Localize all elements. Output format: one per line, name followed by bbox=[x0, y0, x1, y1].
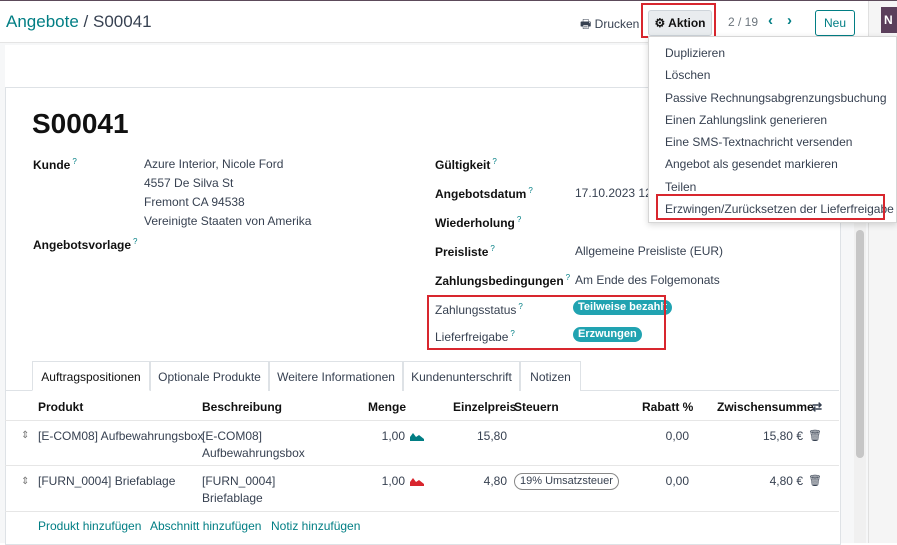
print-button[interactable]: 🖶 Drucken bbox=[580, 15, 639, 36]
help-icon[interactable]: ? bbox=[566, 273, 570, 282]
help-icon[interactable]: ? bbox=[492, 157, 496, 166]
template-label: Angebotsvorlage? bbox=[33, 237, 137, 252]
payment-terms-label: Zahlungsbedingungen? bbox=[435, 273, 570, 288]
row1-subtotal: 15,80 € bbox=[762, 429, 803, 443]
row2-description-line1: [FURN_0004] bbox=[202, 474, 276, 488]
row2-discount[interactable]: 0,00 bbox=[620, 473, 689, 490]
column-header-quantity[interactable]: Menge bbox=[368, 400, 406, 414]
payment-terms-label-text: Zahlungsbedingungen bbox=[435, 274, 564, 288]
template-label-text: Angebotsvorlage bbox=[33, 238, 132, 252]
help-icon[interactable]: ? bbox=[517, 215, 521, 224]
tab-other-info[interactable]: Weitere Informationen bbox=[269, 361, 403, 391]
forecast-chart-icon[interactable] bbox=[410, 476, 424, 486]
row1-description-line1: [E-COM08] bbox=[202, 429, 263, 443]
pricelist-field[interactable]: Allgemeine Preisliste (EUR) bbox=[575, 242, 723, 261]
add-product-link[interactable]: Produkt hinzufügen bbox=[38, 519, 141, 533]
print-label: Drucken bbox=[594, 17, 640, 31]
recurrence-label: Wiederholung? bbox=[435, 215, 521, 230]
pager-value[interactable]: 2 / 19 bbox=[728, 15, 758, 29]
column-header-product[interactable]: Produkt bbox=[38, 400, 83, 414]
column-header-discount[interactable]: Rabatt % bbox=[642, 400, 693, 414]
help-icon[interactable]: ? bbox=[490, 244, 494, 253]
row2-subtotal: 4,80 € bbox=[769, 474, 803, 488]
order-title: S00041 bbox=[32, 108, 129, 139]
customer-country: Vereinigte Staaten von Amerika bbox=[144, 214, 312, 228]
tab-notes[interactable]: Notizen bbox=[520, 361, 581, 391]
row2-product[interactable]: [FURN_0004] Briefablage bbox=[38, 473, 175, 490]
tab-customer-signature[interactable]: Kundenunterschrift bbox=[403, 361, 520, 391]
app-avatar[interactable]: N bbox=[881, 7, 897, 33]
row1-discount[interactable]: 0,00 bbox=[620, 428, 689, 445]
forecast-chart-icon[interactable] bbox=[410, 431, 424, 441]
drag-handle-icon[interactable]: ⇕ bbox=[21, 476, 29, 487]
scrollbar-thumb[interactable] bbox=[856, 230, 864, 458]
menu-item-highlight bbox=[656, 194, 885, 220]
breadcrumb-root-link[interactable]: Angebote bbox=[6, 12, 79, 31]
trash-icon[interactable]: 🗑 bbox=[808, 429, 822, 442]
row1-quantity[interactable]: 1,00 bbox=[350, 428, 405, 445]
add-note-link[interactable]: Notiz hinzufügen bbox=[271, 519, 360, 533]
pricelist-label: Preisliste? bbox=[435, 244, 495, 259]
pricelist-label-text: Preisliste bbox=[435, 245, 489, 259]
recurrence-label-text: Wiederholung bbox=[435, 216, 515, 230]
help-icon[interactable]: ? bbox=[72, 157, 76, 166]
date-label: Angebotsdatum? bbox=[435, 186, 533, 201]
validity-label-text: Gültigkeit bbox=[435, 158, 491, 172]
breadcrumb-separator: / bbox=[83, 12, 89, 31]
menu-item-payment-link[interactable]: Einen Zahlungslink generieren bbox=[665, 113, 827, 127]
action-button-highlight bbox=[641, 3, 716, 38]
trash-icon[interactable]: 🗑 bbox=[808, 474, 822, 487]
tax-tag[interactable]: 19% Umsatzsteuer bbox=[514, 473, 619, 490]
tab-optional-products[interactable]: Optionale Produkte bbox=[150, 361, 269, 391]
validity-label: Gültigkeit? bbox=[435, 157, 497, 172]
column-header-taxes[interactable]: Steuern bbox=[514, 400, 559, 414]
row1-product[interactable]: [E-COM08] Aufbewahrungsbox bbox=[38, 428, 203, 445]
customer-city: Fremont CA 94538 bbox=[144, 195, 245, 209]
optional-columns-icon[interactable]: ⇄ bbox=[812, 400, 822, 414]
row2-unit-price[interactable]: 4,80 bbox=[440, 473, 507, 490]
pager-previous-icon[interactable]: ‹ bbox=[768, 12, 773, 29]
row1-description[interactable]: [E-COM08] Aufbewahrungsbox bbox=[202, 428, 305, 462]
column-header-description[interactable]: Beschreibung bbox=[202, 400, 282, 414]
menu-item-share[interactable]: Teilen bbox=[665, 180, 696, 194]
menu-item-send-sms[interactable]: Eine SMS-Textnachricht versenden bbox=[665, 135, 852, 149]
date-label-text: Angebotsdatum bbox=[435, 187, 527, 201]
add-section-link[interactable]: Abschnitt hinzufügen bbox=[150, 519, 261, 533]
status-fields-highlight bbox=[427, 295, 666, 350]
column-header-unit-price[interactable]: Einzelpreis bbox=[453, 400, 516, 414]
breadcrumb: Angebote / S00041 bbox=[6, 12, 152, 32]
header-separator bbox=[5, 420, 839, 421]
customer-label-text: Kunde bbox=[33, 158, 71, 172]
row-separator bbox=[5, 511, 839, 512]
help-icon[interactable]: ? bbox=[133, 237, 137, 246]
row2-description-line2: Briefablage bbox=[202, 491, 263, 505]
printer-icon: 🖶 bbox=[580, 17, 592, 31]
row1-unit-price[interactable]: 15,80 bbox=[440, 428, 507, 445]
new-button[interactable]: Neu bbox=[815, 10, 855, 36]
column-header-subtotal[interactable]: Zwischensumme bbox=[717, 400, 814, 414]
customer-street: 4557 De Silva St bbox=[144, 176, 234, 190]
customer-name: Azure Interior, Nicole Ford bbox=[144, 157, 284, 171]
drag-handle-icon[interactable]: ⇕ bbox=[21, 430, 29, 441]
row2-quantity[interactable]: 1,00 bbox=[350, 473, 405, 490]
pager-next-icon[interactable]: › bbox=[787, 12, 792, 29]
menu-item-mark-sent[interactable]: Angebot als gesendet markieren bbox=[665, 157, 838, 171]
row1-description-line2: Aufbewahrungsbox bbox=[202, 446, 305, 460]
menu-item-delete[interactable]: Löschen bbox=[665, 68, 710, 82]
customer-address[interactable]: Azure Interior, Nicole Ford 4557 De Silv… bbox=[144, 155, 311, 231]
help-icon[interactable]: ? bbox=[528, 186, 532, 195]
date-field[interactable]: 17.10.2023 12: bbox=[575, 184, 655, 203]
menu-item-deferred-expense[interactable]: Passive Rechnungsabgrenzungsbuchung bbox=[665, 91, 887, 105]
customer-label: Kunde? bbox=[33, 157, 77, 172]
payment-terms-field[interactable]: Am Ende des Folgemonats bbox=[575, 271, 720, 290]
menu-item-duplicate[interactable]: Duplizieren bbox=[665, 46, 725, 60]
row2-description[interactable]: [FURN_0004] Briefablage bbox=[202, 473, 275, 507]
row-separator bbox=[5, 465, 839, 466]
tab-order-lines[interactable]: Auftragspositionen bbox=[32, 361, 150, 391]
breadcrumb-current: S00041 bbox=[93, 12, 152, 31]
